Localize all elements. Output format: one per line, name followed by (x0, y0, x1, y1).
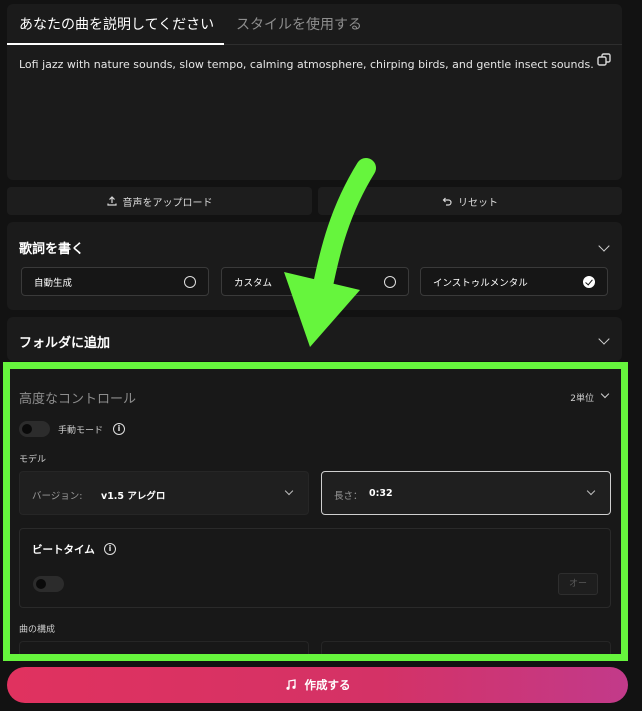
chevron-down-icon (586, 486, 596, 496)
lyrics-option-label: カスタム (234, 277, 273, 289)
folder-title: フォルダに追加 (19, 336, 111, 351)
chevron-down-icon[interactable] (598, 240, 610, 252)
active-tab-indicator (7, 43, 224, 45)
create-label: 作成する (304, 678, 351, 692)
beat-time-toggle[interactable] (33, 576, 64, 592)
length-label: 長さ： (334, 491, 363, 502)
radio-icon (384, 276, 396, 288)
lyrics-option-custom[interactable]: カスタム (221, 267, 409, 296)
beat-auto-button[interactable]: オー (558, 573, 598, 595)
version-label: バージョン: (32, 491, 83, 502)
manual-mode-toggle[interactable] (19, 421, 50, 437)
chevron-down-icon[interactable] (598, 333, 610, 345)
undo-icon (442, 197, 452, 206)
music-note-icon (285, 679, 296, 690)
radio-icon (184, 276, 196, 288)
manual-mode-label: 手動モード (58, 426, 104, 436)
check-circle-icon (583, 276, 595, 288)
prompt-textarea[interactable]: Lofi jazz with nature sounds, slow tempo… (19, 58, 594, 71)
lyrics-option-auto[interactable]: 自動生成 (21, 267, 209, 296)
length-select[interactable]: 長さ： 0:32 (321, 471, 611, 515)
lyrics-option-label: 自動生成 (34, 277, 73, 289)
chevron-down-icon (284, 486, 294, 496)
reset-label: リセット (458, 197, 498, 209)
upload-audio-button[interactable]: 音声をアップロード (7, 187, 312, 215)
song-structure-field[interactable] (321, 641, 611, 658)
advanced-title: 高度なコントロール (19, 392, 137, 407)
song-structure-field[interactable] (19, 641, 309, 658)
copy-icon[interactable] (596, 52, 612, 68)
info-icon[interactable]: i (104, 543, 116, 555)
lyrics-option-label: インストゥルメンタル (433, 277, 528, 289)
lyrics-option-instrumental[interactable]: インストゥルメンタル (420, 267, 608, 296)
advanced-controls-section: 高度なコントロール 2単位 手動モード i モデル バージョン: v1.5 アレ… (8, 368, 622, 658)
upload-audio-label: 音声をアップロード (122, 197, 213, 209)
lyrics-section: 歌詞を書く 自動生成 カスタム インストゥルメンタル (7, 222, 622, 310)
version-value: v1.5 アレグロ (101, 491, 166, 502)
song-structure-label: 曲の構成 (19, 625, 56, 635)
model-label: モデル (19, 455, 47, 465)
tab-use-style[interactable]: スタイルを使用する (236, 14, 362, 34)
length-value: 0:32 (369, 488, 393, 499)
advanced-count-badge: 2単位 (570, 394, 594, 404)
add-to-folder-section[interactable]: フォルダに追加 (7, 317, 622, 361)
create-button[interactable]: 作成する (7, 667, 628, 703)
tab-bar: あなたの曲を説明してください スタイルを使用する (7, 4, 622, 45)
beat-time-title: ビートタイム (32, 544, 95, 556)
chevron-down-icon[interactable] (600, 389, 610, 399)
info-icon[interactable]: i (113, 423, 125, 435)
lyrics-title: 歌詞を書く (19, 242, 85, 257)
model-version-select[interactable]: バージョン: v1.5 アレグロ (19, 471, 309, 515)
beat-time-card: ビートタイム i オー (19, 528, 611, 608)
prompt-panel: あなたの曲を説明してください スタイルを使用する Lofi jazz with … (7, 4, 622, 180)
tab-describe-song[interactable]: あなたの曲を説明してください (19, 14, 214, 34)
upload-icon (106, 196, 117, 206)
reset-button[interactable]: リセット (318, 187, 622, 215)
